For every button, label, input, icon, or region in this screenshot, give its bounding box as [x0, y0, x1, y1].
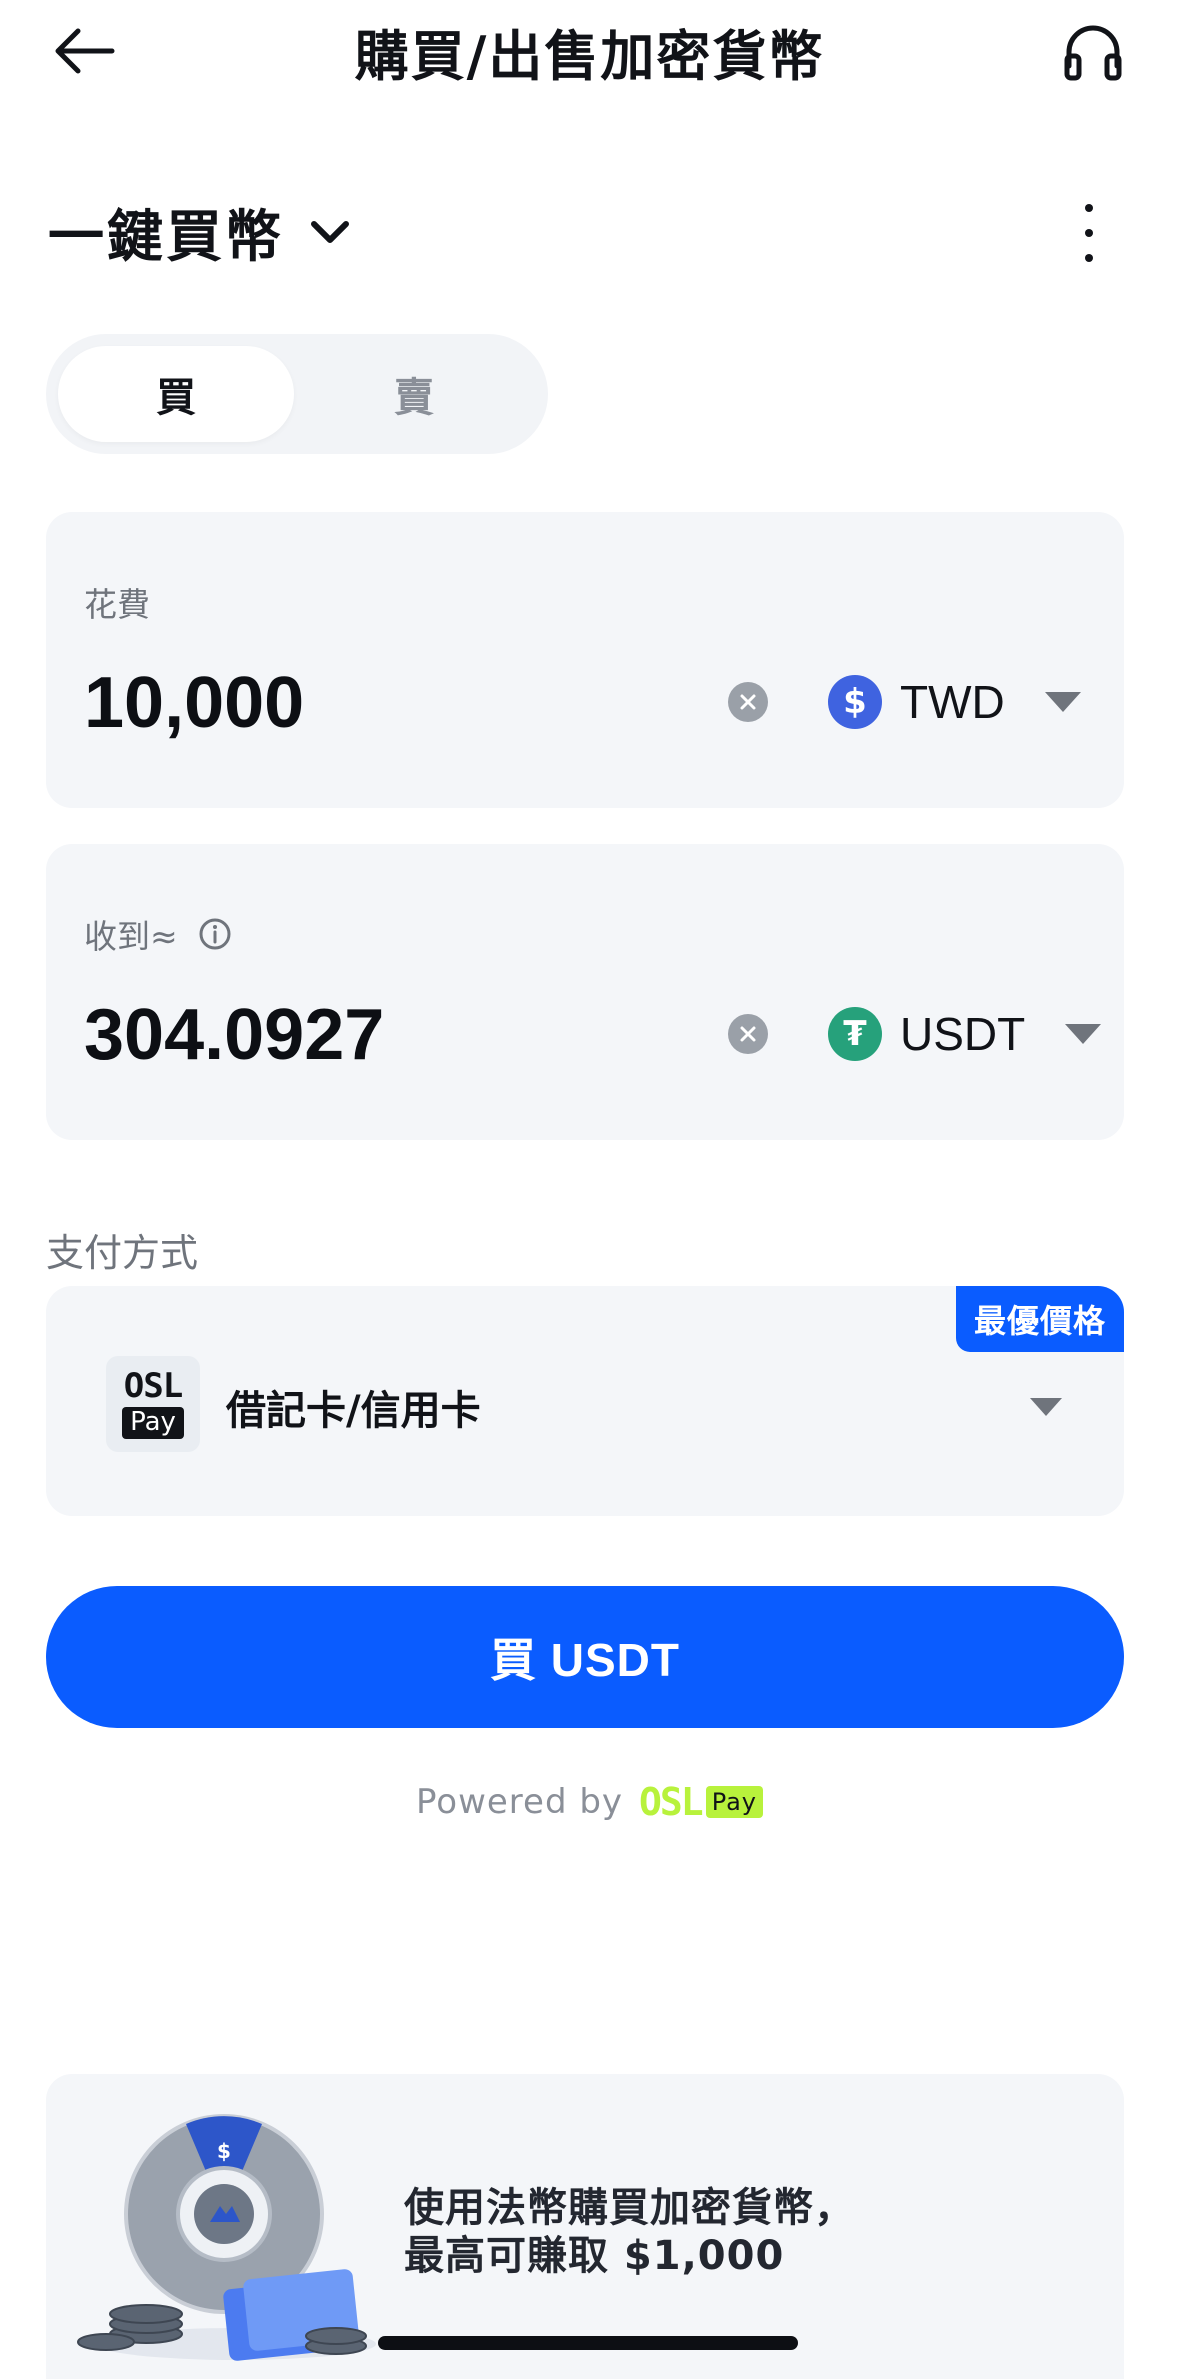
more-vertical-icon — [1085, 204, 1093, 212]
more-options-button[interactable] — [1069, 200, 1109, 266]
home-indicator[interactable] — [378, 2336, 798, 2350]
powered-by-text: Powered by — [415, 1782, 624, 1822]
promo-text: 使用法幣購買加密貨幣， 最高可賺取 $1,000 — [404, 2184, 855, 2280]
payment-method-selector[interactable]: 最優價格 OSL Pay 借記卡/信用卡 — [46, 1286, 1124, 1516]
tab-sell[interactable]: 賣 — [296, 346, 532, 442]
spend-currency-code: TWD — [900, 676, 1005, 728]
spend-currency-selector[interactable]: $ TWD — [828, 675, 1081, 729]
caret-down-icon — [1065, 1024, 1102, 1044]
buy-usdt-button[interactable]: 買 USDT — [46, 1586, 1124, 1728]
receive-amount-input[interactable]: 304.0927 — [84, 994, 384, 1076]
spend-amount-input[interactable]: 10,000 — [84, 662, 304, 744]
caret-down-icon — [1044, 692, 1081, 712]
wheel-dollar-symbol: $ — [217, 2139, 231, 2163]
clear-receive-button[interactable] — [728, 1014, 768, 1054]
close-icon — [740, 1026, 756, 1042]
osl-pay-logo: OSL Pay — [106, 1356, 200, 1452]
trade-mode-selector[interactable]: 一鍵買幣 — [48, 192, 350, 273]
trade-mode-title: 一鍵買幣 — [48, 205, 284, 270]
payment-method-value: 借記卡/信用卡 — [226, 1388, 481, 1434]
osl-pay-brand-logo: OSL Pay — [639, 1780, 763, 1824]
crypto-wheel-illustration: $ — [77, 2114, 376, 2361]
promo-line-1: 使用法幣購買加密貨幣， — [404, 2185, 855, 2231]
spend-label: 花費 — [84, 585, 150, 624]
spend-card: 花費 10,000 $ TWD — [46, 512, 1124, 808]
clear-spend-button[interactable] — [728, 682, 768, 722]
receive-label: 收到≈ — [84, 917, 178, 956]
best-price-badge: 最優價格 — [955, 1286, 1124, 1352]
powered-by: Powered by OSL Pay — [0, 1780, 1179, 1824]
buy-sell-crypto-screen: 購買/出售加密貨幣 一鍵買幣 買 賣 花費 10,000 $ TWD 收到≈ 3… — [0, 0, 1179, 2379]
caret-down-icon — [1030, 1398, 1062, 1416]
close-icon — [740, 694, 756, 710]
promo-banner[interactable]: $ 使用法幣購買加密貨幣， 最高可賺取 $1,000 — [46, 2074, 1124, 2379]
customer-support-button[interactable] — [1055, 14, 1131, 90]
tab-buy[interactable]: 買 — [58, 346, 294, 442]
receive-currency-code: USDT — [900, 1008, 1026, 1060]
headset-icon — [1064, 25, 1122, 81]
buy-sell-toggle: 買 賣 — [46, 334, 548, 454]
receive-currency-selector[interactable]: ₮ USDT — [828, 1007, 1102, 1061]
twd-coin-icon: $ — [828, 675, 882, 729]
chevron-down-icon — [311, 220, 349, 243]
page-title: 購買/出售加密貨幣 — [354, 25, 825, 88]
payment-method-label: 支付方式 — [46, 1231, 199, 1275]
usdt-coin-icon: ₮ — [828, 1007, 882, 1061]
receive-card: 收到≈ 304.0927 ₮ USDT — [46, 844, 1124, 1140]
info-icon[interactable] — [198, 917, 232, 951]
receive-label-group: 收到≈ — [84, 910, 232, 958]
promo-line-2: 最高可賺取 $1,000 — [404, 2233, 785, 2279]
